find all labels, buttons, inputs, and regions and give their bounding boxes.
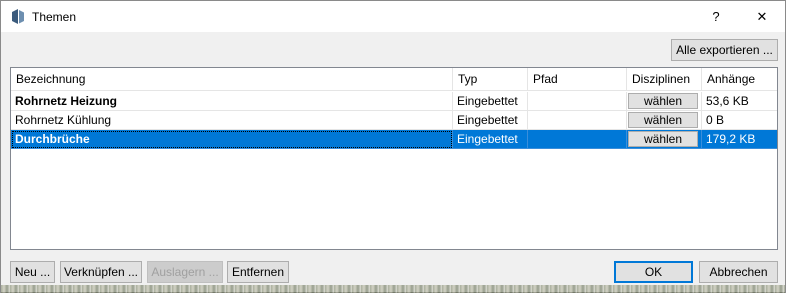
cell-attachments: 53,6 KB xyxy=(702,92,777,111)
cell-disciplines: wählen xyxy=(627,111,702,130)
column-header-pfad[interactable]: Pfad xyxy=(528,68,627,91)
app-logo-icon xyxy=(11,9,25,24)
export-all-button[interactable]: Alle exportieren ... xyxy=(671,39,778,61)
themes-table: Bezeichnung Typ Pfad Disziplinen Anhänge… xyxy=(10,67,778,250)
ok-button[interactable]: OK xyxy=(614,261,693,283)
close-button[interactable]: ✕ xyxy=(739,1,785,32)
table-row-selected[interactable]: Durchbrüche Eingebettet wählen 179,2 KB xyxy=(11,130,777,149)
cell-type: Eingebettet xyxy=(453,130,528,149)
title-bar: Themen ? ✕ xyxy=(1,1,785,32)
new-button[interactable]: Neu ... xyxy=(10,261,55,283)
column-header-disziplinen[interactable]: Disziplinen xyxy=(627,68,702,91)
column-header-anhaenge[interactable]: Anhänge xyxy=(702,68,777,91)
help-button[interactable]: ? xyxy=(693,1,739,32)
cell-path xyxy=(528,111,627,130)
cell-name: Durchbrüche xyxy=(11,130,453,149)
cell-type: Eingebettet xyxy=(453,92,528,111)
cell-name: Rohrnetz Heizung xyxy=(11,92,453,111)
cancel-button[interactable]: Abbrechen xyxy=(699,261,778,283)
column-header-bezeichnung[interactable]: Bezeichnung xyxy=(11,68,453,91)
window-title: Themen xyxy=(32,10,77,24)
choose-disciplines-button[interactable]: wählen xyxy=(628,112,698,128)
link-button[interactable]: Verknüpfen ... xyxy=(60,261,142,283)
table-row[interactable]: Rohrnetz Kühlung Eingebettet wählen 0 B xyxy=(11,111,777,130)
close-icon: ✕ xyxy=(756,8,768,24)
archive-button[interactable]: Auslagern ... xyxy=(147,261,223,283)
cell-attachments: 0 B xyxy=(702,111,777,130)
cell-disciplines: wählen xyxy=(627,130,702,149)
cell-disciplines: wählen xyxy=(627,92,702,111)
background-edge xyxy=(1,285,785,293)
column-header-typ[interactable]: Typ xyxy=(453,68,528,91)
choose-disciplines-button[interactable]: wählen xyxy=(628,131,698,147)
cell-attachments: 179,2 KB xyxy=(702,130,777,149)
themen-dialog: Themen ? ✕ Alle exportieren ... Bezeichn… xyxy=(0,0,786,293)
choose-disciplines-button[interactable]: wählen xyxy=(628,93,698,109)
cell-path xyxy=(528,92,627,111)
table-header: Bezeichnung Typ Pfad Disziplinen Anhänge xyxy=(11,68,777,91)
table-row[interactable]: Rohrnetz Heizung Eingebettet wählen 53,6… xyxy=(11,92,777,111)
cell-path xyxy=(528,130,627,149)
remove-button[interactable]: Entfernen xyxy=(227,261,289,283)
cell-type: Eingebettet xyxy=(453,111,528,130)
cell-name: Rohrnetz Kühlung xyxy=(11,111,453,130)
